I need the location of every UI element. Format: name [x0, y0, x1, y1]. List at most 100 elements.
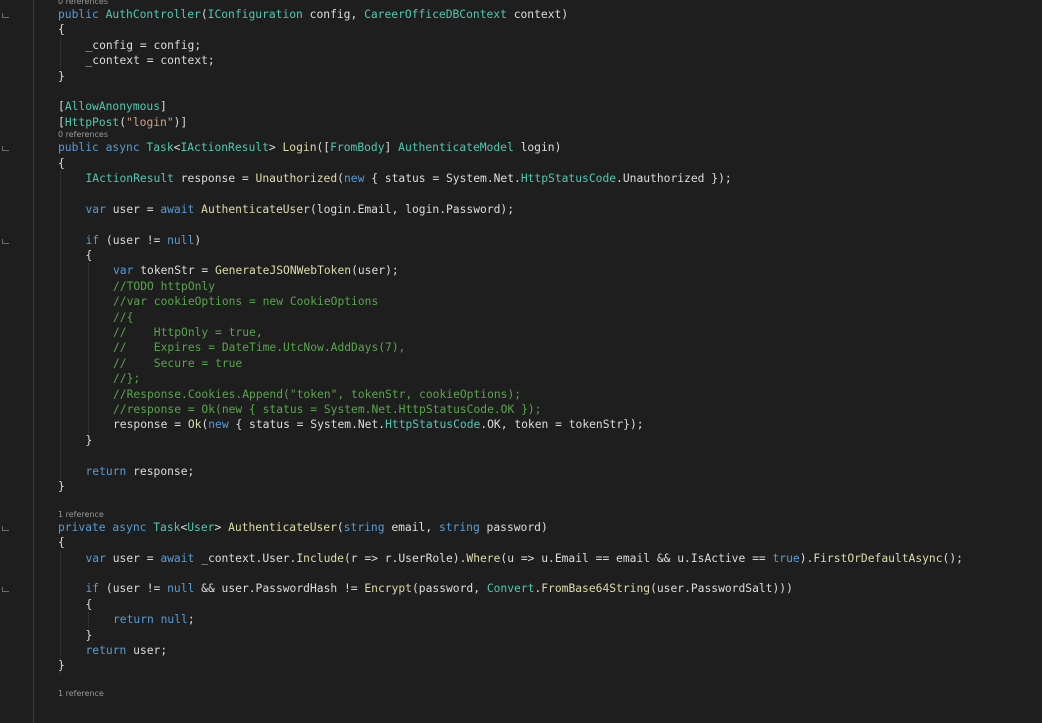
code-token: return [85, 644, 134, 657]
code-token: [ [58, 115, 65, 129]
fold-marker-icon[interactable] [2, 13, 9, 18]
code-line: response = Ok(new { status = System.Net.… [58, 417, 644, 432]
code-token: response; [133, 464, 195, 478]
code-token: null [167, 233, 195, 247]
indent-guide [87, 263, 89, 433]
code-line: } [58, 433, 93, 448]
code-token: email, [391, 520, 439, 534]
code-token: context) [506, 8, 569, 21]
code-line: var user = await _context.User.Include(r… [58, 551, 963, 566]
code-line: var tokenStr = GenerateJSONWebToken(user… [58, 263, 399, 278]
code-token: CareerOfficeDBContext [364, 8, 507, 21]
code-token: var [85, 202, 113, 216]
code-token: AuthenticateUser [201, 202, 310, 216]
code-token: ([ [316, 141, 331, 155]
code-token: public async [58, 141, 147, 155]
code-token: (user != [105, 582, 168, 596]
editor-gutter[interactable] [0, 0, 58, 723]
code-token: Where [466, 551, 501, 565]
code-token: (); [942, 551, 963, 565]
code-token: user = [112, 551, 161, 565]
code-token: //response = Ok(new { status = System.Ne… [113, 403, 542, 416]
fold-marker-icon[interactable] [2, 238, 9, 244]
fold-marker-icon[interactable] [2, 146, 9, 152]
code-token: if [85, 582, 106, 596]
code-token: Task [153, 520, 181, 534]
indent-guide [60, 37, 61, 69]
code-token: var [113, 264, 141, 278]
code-token: private async [58, 520, 154, 534]
code-token: Ok [187, 418, 202, 432]
code-token: Encrypt [364, 582, 412, 596]
code-token: _config = config; [85, 38, 202, 52]
code-token: ( [200, 8, 208, 21]
code-token: //Response.Cookies.Append("token", token… [113, 387, 522, 401]
fold-marker-icon[interactable] [2, 587, 9, 593]
code-line: //TODO httpOnly [58, 279, 215, 294]
code-token: HttpStatusCode [385, 418, 481, 432]
codelens-reference-count[interactable]: 1 reference [58, 510, 104, 520]
code-line: [HttpPost("login")] [58, 115, 187, 130]
code-line: [AllowAnonymous] [58, 99, 167, 114]
code-token: { [58, 536, 65, 550]
code-token: //var cookieOptions = new CookieOptions [113, 295, 379, 309]
code-token: (user.PasswordSalt))) [650, 582, 793, 596]
code-token: GenerateJSONWebToken [215, 264, 352, 278]
code-editor[interactable]: 0 references public AuthController(IConfi… [0, 0, 1042, 723]
code-token: IActionResult [180, 141, 269, 155]
code-token: } [85, 628, 93, 642]
code-token: login) [513, 141, 562, 155]
code-token: public [58, 8, 106, 21]
code-token: (password, [411, 582, 487, 596]
code-token: Task [146, 141, 174, 155]
code-token: FromBody [330, 141, 385, 155]
code-token: IActionResult [85, 172, 174, 185]
code-token: } [58, 480, 65, 493]
code-token: > [268, 141, 283, 155]
code-token: AuthenticateUser [228, 520, 337, 534]
code-token: ( [337, 172, 344, 185]
code-line: //response = Ok(new { status = System.Ne… [58, 402, 541, 417]
code-line: // Expires = DateTime.UtcNow.AddDays(7), [58, 340, 405, 355]
code-token: Unauthorized [255, 172, 338, 185]
code-token: AuthController [105, 8, 201, 21]
code-token: { [58, 156, 65, 170]
code-line: //{ [58, 310, 133, 325]
codelens-reference-count[interactable]: 1 reference [58, 689, 104, 699]
code-token: null [160, 613, 188, 627]
code-token: if [85, 233, 106, 247]
code-token: _context.User. [201, 551, 297, 565]
code-token: tokenStr = [140, 264, 216, 278]
code-token: HttpStatusCode [520, 172, 617, 185]
code-token: user; [133, 644, 168, 657]
codelens-reference-count[interactable]: 0 references [58, 0, 108, 7]
code-token: //{ [113, 310, 134, 324]
code-token: string [438, 520, 487, 534]
code-token: // Expires = DateTime.UtcNow.AddDays(7), [113, 341, 406, 355]
code-token: Convert [486, 582, 535, 596]
code-token: FromBase64String [541, 582, 651, 596]
code-line: { [58, 156, 65, 171]
code-token: password) [486, 520, 548, 534]
code-token: ( [336, 520, 344, 534]
code-token: // Secure = true [113, 356, 243, 370]
code-token: // HttpOnly = true, [113, 326, 263, 339]
code-token: new [343, 172, 365, 185]
code-token: string [343, 520, 392, 534]
fold-marker-icon[interactable] [2, 525, 9, 531]
code-line: { [58, 248, 93, 263]
code-token: (user != [105, 233, 168, 247]
code-area[interactable]: 0 references public AuthController(IConfi… [58, 0, 1042, 723]
codelens-reference-count[interactable]: 0 references [58, 130, 108, 140]
code-token: (u => u.Email == email && u.IsActive == [500, 551, 773, 565]
code-token: > [214, 520, 229, 534]
code-token: AllowAnonymous [64, 100, 161, 114]
code-line: //Response.Cookies.Append("token", token… [58, 387, 521, 402]
code-token: return [85, 464, 134, 478]
code-line: { [58, 535, 65, 550]
code-line: // HttpOnly = true, [58, 325, 263, 340]
code-line: } [58, 628, 93, 643]
code-token: //TODO httpOnly [113, 279, 216, 293]
code-token: await [160, 202, 202, 216]
code-line: if (user != null) [58, 233, 202, 248]
